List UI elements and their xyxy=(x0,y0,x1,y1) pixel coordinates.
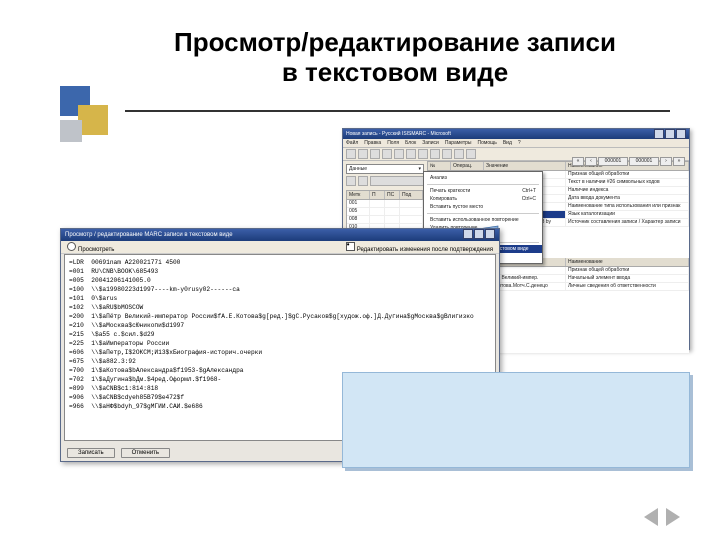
deco-square-gold xyxy=(78,105,108,135)
fields-row[interactable]: 005 xyxy=(347,208,423,216)
deco-square-grey xyxy=(60,120,82,142)
grid-header: Операц. xyxy=(451,162,484,170)
pager-first[interactable]: « xyxy=(572,157,584,166)
confirm-checkbox[interactable]: Редактировать изменения после подтвержде… xyxy=(346,242,493,253)
record-pager[interactable]: « ‹ 000001 000001 › » xyxy=(572,157,685,166)
nav-prev-icon[interactable] xyxy=(644,508,658,526)
menu-item[interactable]: Помощь xyxy=(478,139,497,147)
window-buttons[interactable] xyxy=(462,229,495,241)
context-menu-item[interactable]: КопироватьCtrl+C xyxy=(424,195,542,203)
fields-row[interactable]: 001 xyxy=(347,200,423,208)
editor-options: Просмотреть Редактировать изменения посл… xyxy=(61,241,499,254)
toolbar-button[interactable] xyxy=(358,149,368,159)
toolbar-button[interactable] xyxy=(442,149,452,159)
left-toolbar-button[interactable] xyxy=(346,176,356,186)
grid-header: № xyxy=(428,162,451,170)
title-hr xyxy=(125,110,670,112)
toolbar-button[interactable] xyxy=(466,149,476,159)
grid-header: Значение xyxy=(484,162,566,170)
pager-current[interactable]: 000001 xyxy=(598,157,628,166)
menu-item[interactable]: Вид xyxy=(503,139,512,147)
callout-box xyxy=(342,372,690,468)
main-title-text: Новая запись - Русский ISISMARC - Micros… xyxy=(346,129,451,139)
toolbar-button[interactable] xyxy=(382,149,392,159)
menu-item[interactable]: Поля xyxy=(387,139,399,147)
toolbar-button[interactable] xyxy=(406,149,416,159)
view-radio-label: Просмотреть xyxy=(78,247,114,253)
menu-item[interactable]: ? xyxy=(518,139,521,147)
slide-title: Просмотр/редактирование записи в текстов… xyxy=(110,28,680,88)
menu-item[interactable]: Файл xyxy=(346,139,358,147)
slide-nav[interactable] xyxy=(644,508,680,526)
pager-last[interactable]: » xyxy=(673,157,685,166)
window-buttons[interactable] xyxy=(653,129,686,139)
pager-total: 000001 xyxy=(629,157,659,166)
main-titlebar: Новая запись - Русский ISISMARC - Micros… xyxy=(343,129,689,139)
title-line-2: в текстовом виде xyxy=(282,57,508,87)
toolbar-button[interactable] xyxy=(418,149,428,159)
fields-header: Под xyxy=(400,191,423,199)
toolbar-button[interactable] xyxy=(370,149,380,159)
context-menu-item[interactable]: Вставить пустое место xyxy=(424,203,542,211)
toolbar-button[interactable] xyxy=(454,149,464,159)
nav-next-icon[interactable] xyxy=(666,508,680,526)
menu-item[interactable]: Записи xyxy=(422,139,439,147)
dropdown-label: Данные xyxy=(349,166,367,172)
context-menu-item[interactable]: Вставить использованное повторение xyxy=(424,216,542,224)
title-line-1: Просмотр/редактирование записи xyxy=(174,27,616,57)
fields-row[interactable]: 008 xyxy=(347,216,423,224)
context-menu-item[interactable]: Печать краткостиCtrl+T xyxy=(424,187,542,195)
toolbar-button[interactable] xyxy=(394,149,404,159)
cancel-button[interactable]: Отменить xyxy=(121,448,170,458)
save-button[interactable]: Записать xyxy=(67,448,115,458)
fields-header: П xyxy=(370,191,385,199)
left-toolbar-field[interactable] xyxy=(370,176,424,186)
chevron-down-icon: ▾ xyxy=(418,166,421,172)
view-radio[interactable]: Просмотреть xyxy=(67,242,114,253)
pager-prev[interactable]: ‹ xyxy=(585,157,597,166)
editor-title-text: Просмотр / редактирование MARC записи в … xyxy=(65,229,233,241)
toolbar-button[interactable] xyxy=(346,149,356,159)
menu-item[interactable]: Правка xyxy=(364,139,381,147)
menu-item[interactable]: Блок xyxy=(405,139,416,147)
context-menu-item[interactable]: Анализ xyxy=(424,174,542,182)
data-dropdown[interactable]: Данные ▾ xyxy=(346,164,424,174)
fields-header: Метк xyxy=(347,191,370,199)
fields-header: ПС xyxy=(385,191,400,199)
toolbar-button[interactable] xyxy=(430,149,440,159)
editor-titlebar: Просмотр / редактирование MARC записи в … xyxy=(61,229,499,241)
menu-item[interactable]: Параметры xyxy=(445,139,472,147)
main-menubar[interactable]: Файл Правка Поля Блок Записи Параметры П… xyxy=(343,139,689,148)
left-toolbar-button[interactable] xyxy=(358,176,368,186)
grid-header: Наименование xyxy=(566,258,689,266)
pager-next[interactable]: › xyxy=(660,157,672,166)
confirm-checkbox-label: Редактировать изменения после подтвержде… xyxy=(357,247,493,253)
